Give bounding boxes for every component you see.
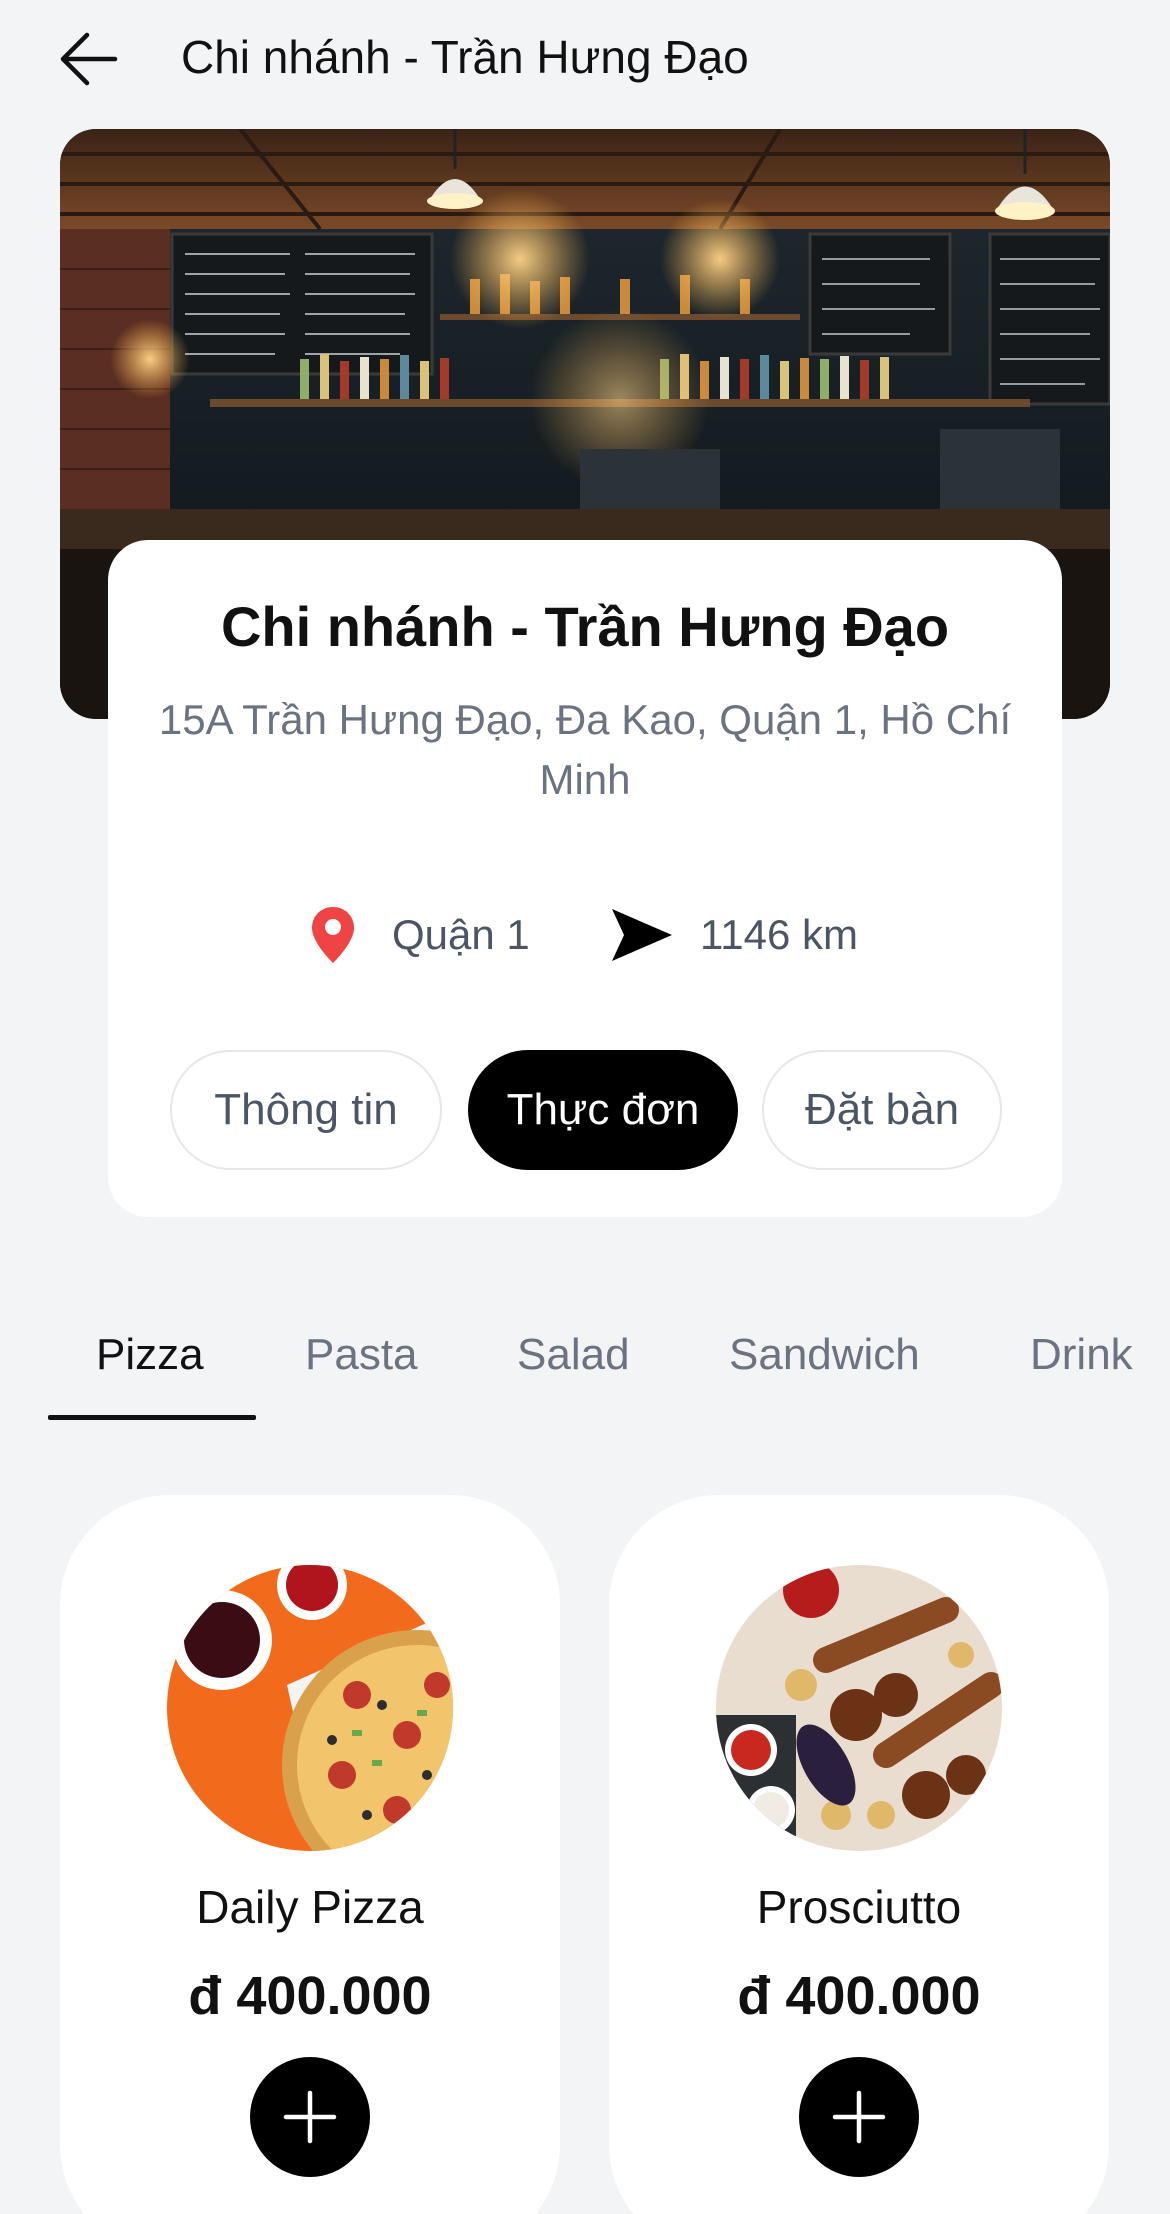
navigation-arrow-icon [612,909,672,961]
distance-info: 1146 km [610,895,858,975]
product-name: Prosciutto [756,1881,962,1933]
branch-menu-screen: Chi nhánh - Trần Hưng Đạo Chi nhánh - Tr… [0,0,1170,2214]
add-to-cart-button[interactable] [799,2057,919,2177]
branch-name: Chi nhánh - Trần Hưng Đạo [220,595,950,658]
tab-thuc-don[interactable]: Thực đơn [468,1050,738,1170]
location-pin-icon [312,907,354,963]
category-tab-drink[interactable]: Drink [1030,1330,1133,1380]
back-button[interactable] [52,22,126,96]
category-tab-pasta[interactable]: Pasta [305,1330,418,1380]
product-price: đ 400.000 [188,1966,432,2026]
district-info: Quận 1 [310,895,530,975]
page-title: Chi nhánh - Trần Hưng Đạo [181,31,749,83]
active-category-indicator [48,1415,256,1420]
product-name: Daily Pizza [196,1881,424,1933]
product-card[interactable]: Daily Pizza đ 400.000 [60,1495,560,2214]
tab-thong-tin[interactable]: Thông tin [170,1050,442,1170]
add-to-cart-button[interactable] [250,2057,370,2177]
arrow-left-icon [60,32,118,86]
top-bar: Chi nhánh - Trần Hưng Đạo [0,0,1170,118]
branch-meta-row: Quận 1 1146 km [108,895,1062,975]
distance-label: 1146 km [700,911,858,958]
branch-address: 15A Trần Hưng Đạo, Đa Kao, Quận 1, Hồ Ch… [158,696,1012,803]
product-card[interactable]: Prosciutto đ 400.000 [609,1495,1109,2214]
plus-icon [832,2090,886,2144]
branch-info-card: Chi nhánh - Trần Hưng Đạo 15A Trần Hưng … [108,540,1062,1217]
product-image-pizza [167,1565,453,1851]
category-tabs: Pizza Pasta Salad Sandwich Drink [0,1320,1170,1425]
product-image-prosciutto [716,1565,1002,1851]
product-price: đ 400.000 [737,1966,981,2026]
category-tab-pizza[interactable]: Pizza [96,1330,204,1380]
plus-icon [283,2090,337,2144]
tab-dat-ban[interactable]: Đặt bàn [762,1050,1002,1170]
district-label: Quận 1 [392,911,530,958]
category-tab-salad[interactable]: Salad [517,1330,630,1380]
category-tab-sandwich[interactable]: Sandwich [729,1330,920,1380]
